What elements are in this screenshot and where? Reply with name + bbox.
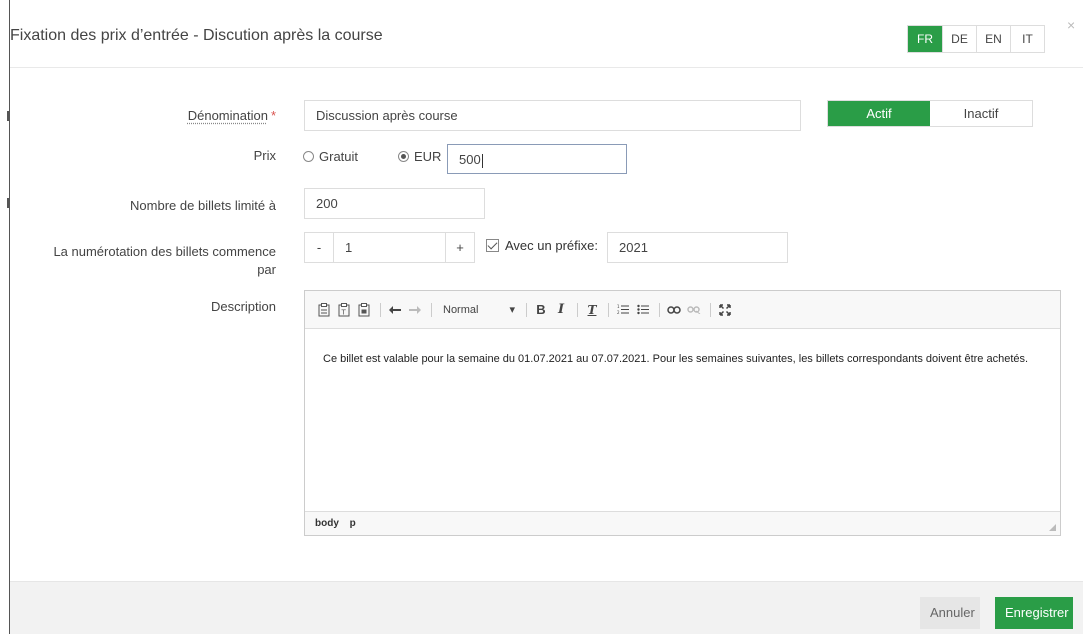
price-value: 500 bbox=[459, 152, 481, 167]
dialog-header: Fixation des prix d’entrée - Discution a… bbox=[10, 0, 1083, 68]
resize-handle-icon[interactable] bbox=[1049, 524, 1056, 531]
price-free-label: Gratuit bbox=[319, 149, 359, 164]
path-p[interactable]: p bbox=[350, 518, 356, 529]
close-icon[interactable]: × bbox=[1067, 17, 1075, 33]
price-dialog: Fixation des prix d’entrée - Discution a… bbox=[10, 0, 1083, 634]
svg-text:T: T bbox=[341, 308, 347, 316]
redo-icon[interactable] bbox=[406, 300, 424, 320]
price-input[interactable]: 500 bbox=[447, 144, 627, 174]
cancel-button[interactable]: Annuler bbox=[920, 597, 980, 629]
status-active-button[interactable]: Actif bbox=[828, 101, 930, 126]
price-label: Prix bbox=[253, 148, 276, 163]
toolbar-separator bbox=[608, 302, 609, 317]
ticket-limit-label: Nombre de billets limité à bbox=[130, 198, 276, 213]
path-body[interactable]: body bbox=[315, 518, 339, 529]
italic-icon[interactable]: I bbox=[552, 300, 570, 320]
description-label: Description bbox=[210, 299, 276, 314]
ticket-limit-input[interactable]: 200 bbox=[304, 188, 485, 219]
lang-it-button[interactable]: IT bbox=[1010, 26, 1044, 52]
dialog-footer: Annuler Enregistrer bbox=[10, 581, 1083, 634]
link-icon[interactable] bbox=[665, 300, 683, 320]
editor-path-bar: body p bbox=[305, 511, 1060, 535]
numbering-increment-button[interactable]: + bbox=[445, 232, 475, 263]
name-label: Dénomination * bbox=[188, 108, 276, 123]
paste-text-icon[interactable]: T bbox=[335, 300, 353, 320]
prefix-label: Avec un préfixe: bbox=[505, 238, 598, 253]
price-currency-label: EUR bbox=[414, 149, 442, 164]
toolbar-separator bbox=[380, 302, 381, 317]
numbered-list-icon[interactable]: 12 bbox=[614, 300, 632, 320]
language-switcher: FR DE EN IT bbox=[907, 25, 1045, 53]
undo-icon[interactable] bbox=[386, 300, 404, 320]
lang-en-button[interactable]: EN bbox=[976, 26, 1010, 52]
format-value: Normal bbox=[443, 303, 479, 316]
price-free-radio[interactable]: Gratuit bbox=[303, 149, 358, 164]
numbering-label: La numérotation des billets commence par bbox=[53, 244, 276, 277]
save-button[interactable]: Enregistrer bbox=[995, 597, 1073, 629]
toolbar-separator bbox=[659, 302, 660, 317]
svg-text:1: 1 bbox=[617, 304, 620, 309]
remove-format-icon[interactable]: T bbox=[583, 300, 601, 320]
required-mark: * bbox=[270, 108, 276, 123]
prefix-checkbox[interactable]: Avec un préfixe: bbox=[486, 238, 598, 253]
rich-text-editor: T Normal ▾ B I T 12 Ce billet est valabl… bbox=[304, 290, 1061, 536]
dialog-title: Fixation des prix d’entrée - Discution a… bbox=[10, 27, 383, 44]
checkbox-checked-icon bbox=[486, 239, 499, 252]
numbering-start-input[interactable]: 1 bbox=[333, 232, 446, 263]
status-inactive-button[interactable]: Inactif bbox=[930, 101, 1032, 126]
toolbar-separator bbox=[710, 302, 711, 317]
name-label-text: Dénomination bbox=[187, 108, 268, 123]
bold-icon[interactable]: B bbox=[532, 300, 550, 320]
prefix-input[interactable]: 2021 bbox=[607, 232, 788, 263]
window-edge-tick bbox=[7, 111, 9, 121]
status-toggle: Actif Inactif bbox=[827, 100, 1033, 127]
radio-off-icon bbox=[303, 151, 314, 162]
editor-toolbar: T Normal ▾ B I T 12 bbox=[305, 291, 1060, 329]
price-currency-radio[interactable]: EUR bbox=[398, 149, 441, 164]
paste-icon[interactable] bbox=[315, 300, 333, 320]
toolbar-separator bbox=[526, 302, 527, 317]
name-input[interactable]: Discussion après course bbox=[304, 100, 801, 131]
paste-word-icon[interactable] bbox=[355, 300, 373, 320]
toolbar-separator bbox=[577, 302, 578, 317]
toolbar-separator bbox=[431, 302, 432, 317]
chevron-down-icon: ▾ bbox=[509, 304, 515, 316]
svg-text:2: 2 bbox=[617, 310, 620, 315]
radio-on-icon bbox=[398, 151, 409, 162]
lang-fr-button[interactable]: FR bbox=[908, 26, 942, 52]
numbering-decrement-button[interactable]: - bbox=[304, 232, 334, 263]
window-edge-tick bbox=[7, 198, 9, 208]
editor-content[interactable]: Ce billet est valable pour la semaine du… bbox=[305, 329, 1060, 511]
format-select[interactable]: Normal ▾ bbox=[437, 303, 521, 317]
lang-de-button[interactable]: DE bbox=[942, 26, 976, 52]
unlink-icon[interactable] bbox=[685, 300, 703, 320]
maximize-icon[interactable] bbox=[716, 300, 734, 320]
text-cursor bbox=[481, 153, 483, 168]
bulleted-list-icon[interactable] bbox=[634, 300, 652, 320]
